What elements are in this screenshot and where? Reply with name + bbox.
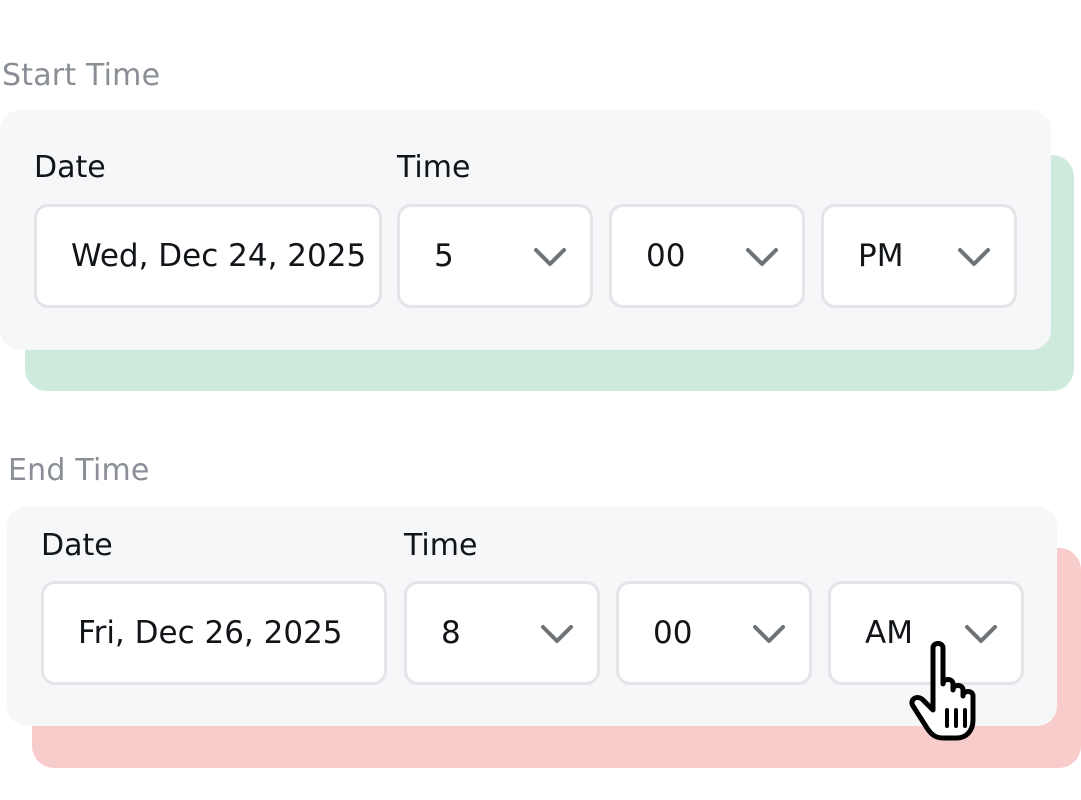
chevron-down-icon	[534, 248, 566, 266]
end-hour-select[interactable]: 8	[404, 581, 600, 685]
chevron-down-icon	[541, 625, 573, 643]
start-minute-select[interactable]: 00	[609, 204, 805, 308]
start-time-label: Time	[397, 150, 471, 185]
start-time-card: Date Time Wed, Dec 24, 2025 5 00 PM	[0, 110, 1051, 350]
chevron-down-icon	[958, 248, 990, 266]
start-hour-select[interactable]: 5	[397, 204, 593, 308]
end-time-card: Date Time Fri, Dec 26, 2025 8 00 AM	[7, 506, 1057, 726]
start-date-field[interactable]: Wed, Dec 24, 2025	[34, 204, 382, 308]
chevron-down-icon	[753, 625, 785, 643]
hand-pointer-cursor-icon	[909, 641, 976, 741]
start-period-value: PM	[858, 238, 904, 274]
start-time-title: Start Time	[2, 58, 161, 93]
chevron-down-icon	[746, 248, 778, 266]
start-hour-value: 5	[434, 238, 454, 274]
end-hour-value: 8	[441, 615, 461, 651]
end-date-value: Fri, Dec 26, 2025	[78, 615, 343, 651]
start-minute-value: 00	[646, 238, 686, 274]
end-time-label: Time	[404, 528, 478, 563]
end-minute-select[interactable]: 00	[616, 581, 812, 685]
end-time-title: End Time	[8, 453, 150, 488]
end-date-field[interactable]: Fri, Dec 26, 2025	[41, 581, 387, 685]
start-period-select[interactable]: PM	[821, 204, 1017, 308]
end-minute-value: 00	[653, 615, 693, 651]
end-date-label: Date	[41, 528, 113, 563]
start-date-label: Date	[34, 150, 106, 185]
start-date-value: Wed, Dec 24, 2025	[71, 238, 367, 274]
